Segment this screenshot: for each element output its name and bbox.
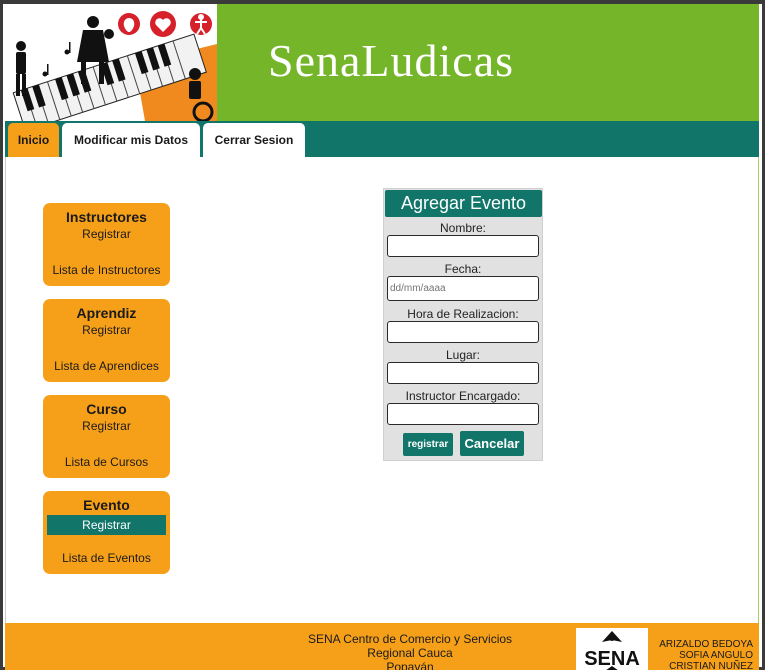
instructor-label: Instructor Encargado:: [405, 389, 521, 403]
nombre-input[interactable]: [387, 235, 539, 257]
registrar-button[interactable]: registrar: [403, 433, 453, 456]
footer-address: SENA Centro de Comercio y Servicios Regi…: [295, 632, 525, 670]
menu-link-registrar-curso[interactable]: Registrar: [43, 419, 170, 433]
credit-name: ARIZALDO BEDOYA: [659, 639, 753, 650]
sena-logo: SENA: [576, 628, 648, 670]
credits: ARIZALDO BEDOYA SOFIA ANGULO CRISTIAN NU…: [659, 639, 753, 670]
menu-title: Instructores: [66, 209, 147, 225]
menu-title: Aprendiz: [76, 305, 137, 321]
hora-label: Hora de Realizacion:: [407, 307, 519, 321]
credit-name: SOFIA ANGULO: [679, 650, 753, 661]
fecha-label: Fecha:: [444, 262, 482, 276]
menu-link-lista-cursos[interactable]: Lista de Cursos: [43, 455, 170, 469]
menu-curso: Curso Registrar Lista de Cursos: [43, 395, 170, 478]
header-banner-illustration: [5, 4, 217, 121]
nav-bar: Inicio Modificar mis Datos Cerrar Sesion: [5, 121, 759, 157]
lugar-input[interactable]: [387, 362, 539, 384]
header: SenaLudicas: [5, 4, 759, 121]
form-title: Agregar Evento: [385, 190, 542, 217]
menu-evento: Evento Registrar Lista de Eventos: [43, 491, 170, 574]
menu-link-lista-eventos[interactable]: Lista de Eventos: [43, 551, 170, 565]
cancelar-button[interactable]: Cancelar: [460, 431, 524, 456]
footer-line: SENA Centro de Comercio y Servicios: [307, 632, 513, 646]
fecha-input[interactable]: [387, 276, 539, 301]
menu-aprendiz: Aprendiz Registrar Lista de Aprendices: [43, 299, 170, 382]
nombre-label: Nombre:: [439, 221, 486, 235]
footer: SENA Centro de Comercio y Servicios Regi…: [5, 623, 759, 670]
agregar-evento-form: Agregar Evento Nombre: Fecha: Hora de Re…: [383, 188, 543, 461]
tab-cerrar-sesion[interactable]: Cerrar Sesion: [203, 123, 305, 157]
footer-line: Regional Cauca: [367, 646, 453, 660]
menu-link-registrar-instructor[interactable]: Registrar: [43, 227, 170, 241]
menu-link-registrar-aprendiz[interactable]: Registrar: [43, 323, 170, 337]
hora-input[interactable]: [387, 321, 539, 343]
menu-title: Curso: [86, 401, 127, 417]
menu-link-lista-aprendices[interactable]: Lista de Aprendices: [43, 359, 170, 373]
tab-modificar-datos[interactable]: Modificar mis Datos: [62, 123, 200, 157]
menu-link-lista-instructores[interactable]: Lista de Instructores: [43, 263, 170, 277]
tab-inicio[interactable]: Inicio: [8, 123, 59, 157]
lugar-label: Lugar:: [445, 348, 481, 362]
site-title: SenaLudicas: [268, 35, 515, 86]
credit-name: CRISTIAN NUÑEZ: [669, 661, 753, 670]
instructor-input[interactable]: [387, 403, 539, 425]
menu-instructores: Instructores Registrar Lista de Instruct…: [43, 203, 170, 286]
footer-line: Popayán: [386, 660, 434, 670]
menu-link-registrar-evento[interactable]: Registrar: [47, 515, 166, 535]
menu-title: Evento: [83, 497, 130, 513]
